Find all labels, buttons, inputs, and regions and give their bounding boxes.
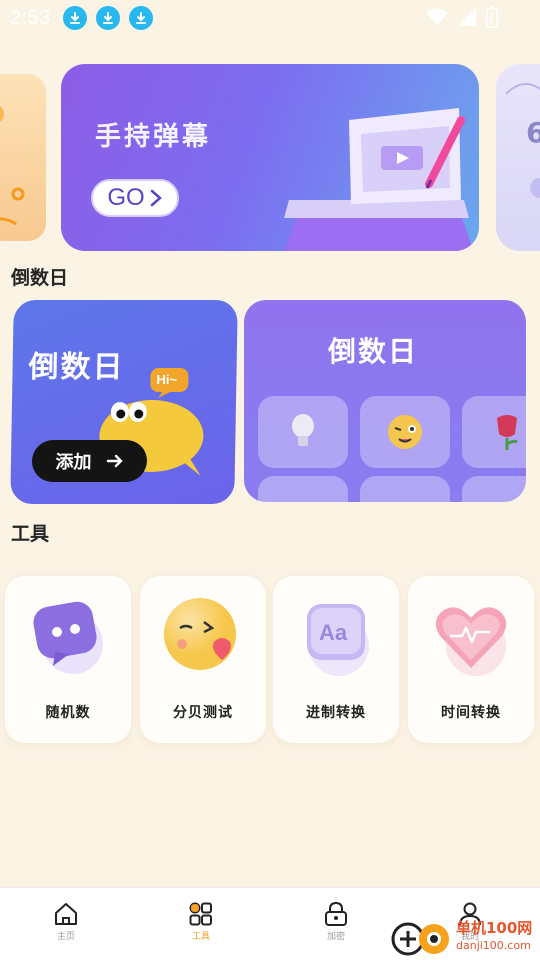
tile-partial[interactable] (360, 476, 450, 502)
tool-label: 随机数 (45, 705, 91, 721)
lightbulb-icon (292, 414, 314, 446)
lock-icon (325, 902, 347, 926)
go-label: GO (107, 184, 145, 211)
watermark-title: 单机100网 (456, 919, 533, 937)
nav-item-tools[interactable]: 工具 (171, 902, 231, 942)
home-icon (55, 903, 77, 925)
wifi-icon (426, 8, 448, 25)
status-time: 2:53 (10, 6, 51, 29)
add-label: 添加 (55, 452, 92, 473)
banner-card-prev[interactable] (0, 74, 46, 241)
countdown-section-title: 倒数日 (11, 267, 69, 289)
chat-bubble-icon (33, 601, 103, 674)
chevron-right-icon (150, 189, 162, 207)
tool-label: 进制转换 (306, 705, 366, 721)
grid-icon (189, 902, 212, 926)
emoji-tile[interactable] (360, 396, 450, 468)
rose-tile[interactable] (462, 396, 526, 468)
tool-card-random[interactable]: 随机数 (5, 576, 131, 743)
battery-icon (486, 6, 498, 28)
nav-label: 加密 (326, 932, 345, 942)
laptop-illustration (284, 108, 474, 251)
kiss-emoji-icon (164, 598, 236, 670)
arrow-right-icon (106, 454, 123, 468)
nav-label: 主页 (56, 932, 75, 942)
download-icon (62, 6, 87, 30)
nav-label: 工具 (191, 932, 210, 942)
tools-section-title: 工具 (11, 523, 50, 545)
banner-title: 手持弹幕 (95, 122, 212, 152)
tool-label: 时间转换 (441, 705, 501, 721)
tool-card-decibel[interactable]: 分贝测试 (140, 576, 266, 743)
heart-pulse-icon (435, 607, 507, 676)
add-countdown-button[interactable]: 添加 (31, 440, 148, 482)
hi-bubble-text: Hi~ (156, 372, 178, 387)
watermark: 单机100网 danji100.com (390, 914, 540, 960)
watermark-url: danji100.com (456, 939, 531, 952)
tile-partial[interactable] (462, 476, 526, 502)
countdown-card-add[interactable]: 倒数日 Hi~ 添加 (10, 300, 238, 504)
rose-icon (497, 415, 518, 450)
download-icon (95, 6, 120, 30)
tool-card-base-convert[interactable]: Aa 进制转换 (273, 576, 399, 743)
status-bar: 2:53 (0, 0, 540, 36)
lightbulb-tile[interactable] (258, 396, 348, 468)
signal-icon (458, 8, 476, 26)
countdown-card-list[interactable]: 倒数日 (244, 300, 526, 502)
go-button[interactable]: GO (91, 179, 179, 217)
tool-label: 分贝测试 (173, 705, 233, 721)
tile-partial[interactable] (258, 476, 348, 502)
countdown-card-title: 倒数日 (328, 335, 419, 368)
banner-next-title: 6 (526, 116, 540, 149)
svg-text:Aa: Aa (319, 620, 348, 645)
font-aa-icon: Aa (307, 604, 369, 676)
tool-card-time-convert[interactable]: 时间转换 (408, 576, 534, 743)
wink-emoji-icon (388, 415, 422, 449)
nav-item-encrypt[interactable]: 加密 (306, 902, 366, 942)
watermark-logo-icon (391, 922, 449, 956)
banner-card-danmaku[interactable]: 手持弹幕 GO (61, 64, 479, 251)
download-icon (128, 6, 153, 30)
banner-card-next[interactable]: 6 (496, 64, 540, 251)
nav-item-home[interactable]: 主页 (36, 902, 96, 942)
